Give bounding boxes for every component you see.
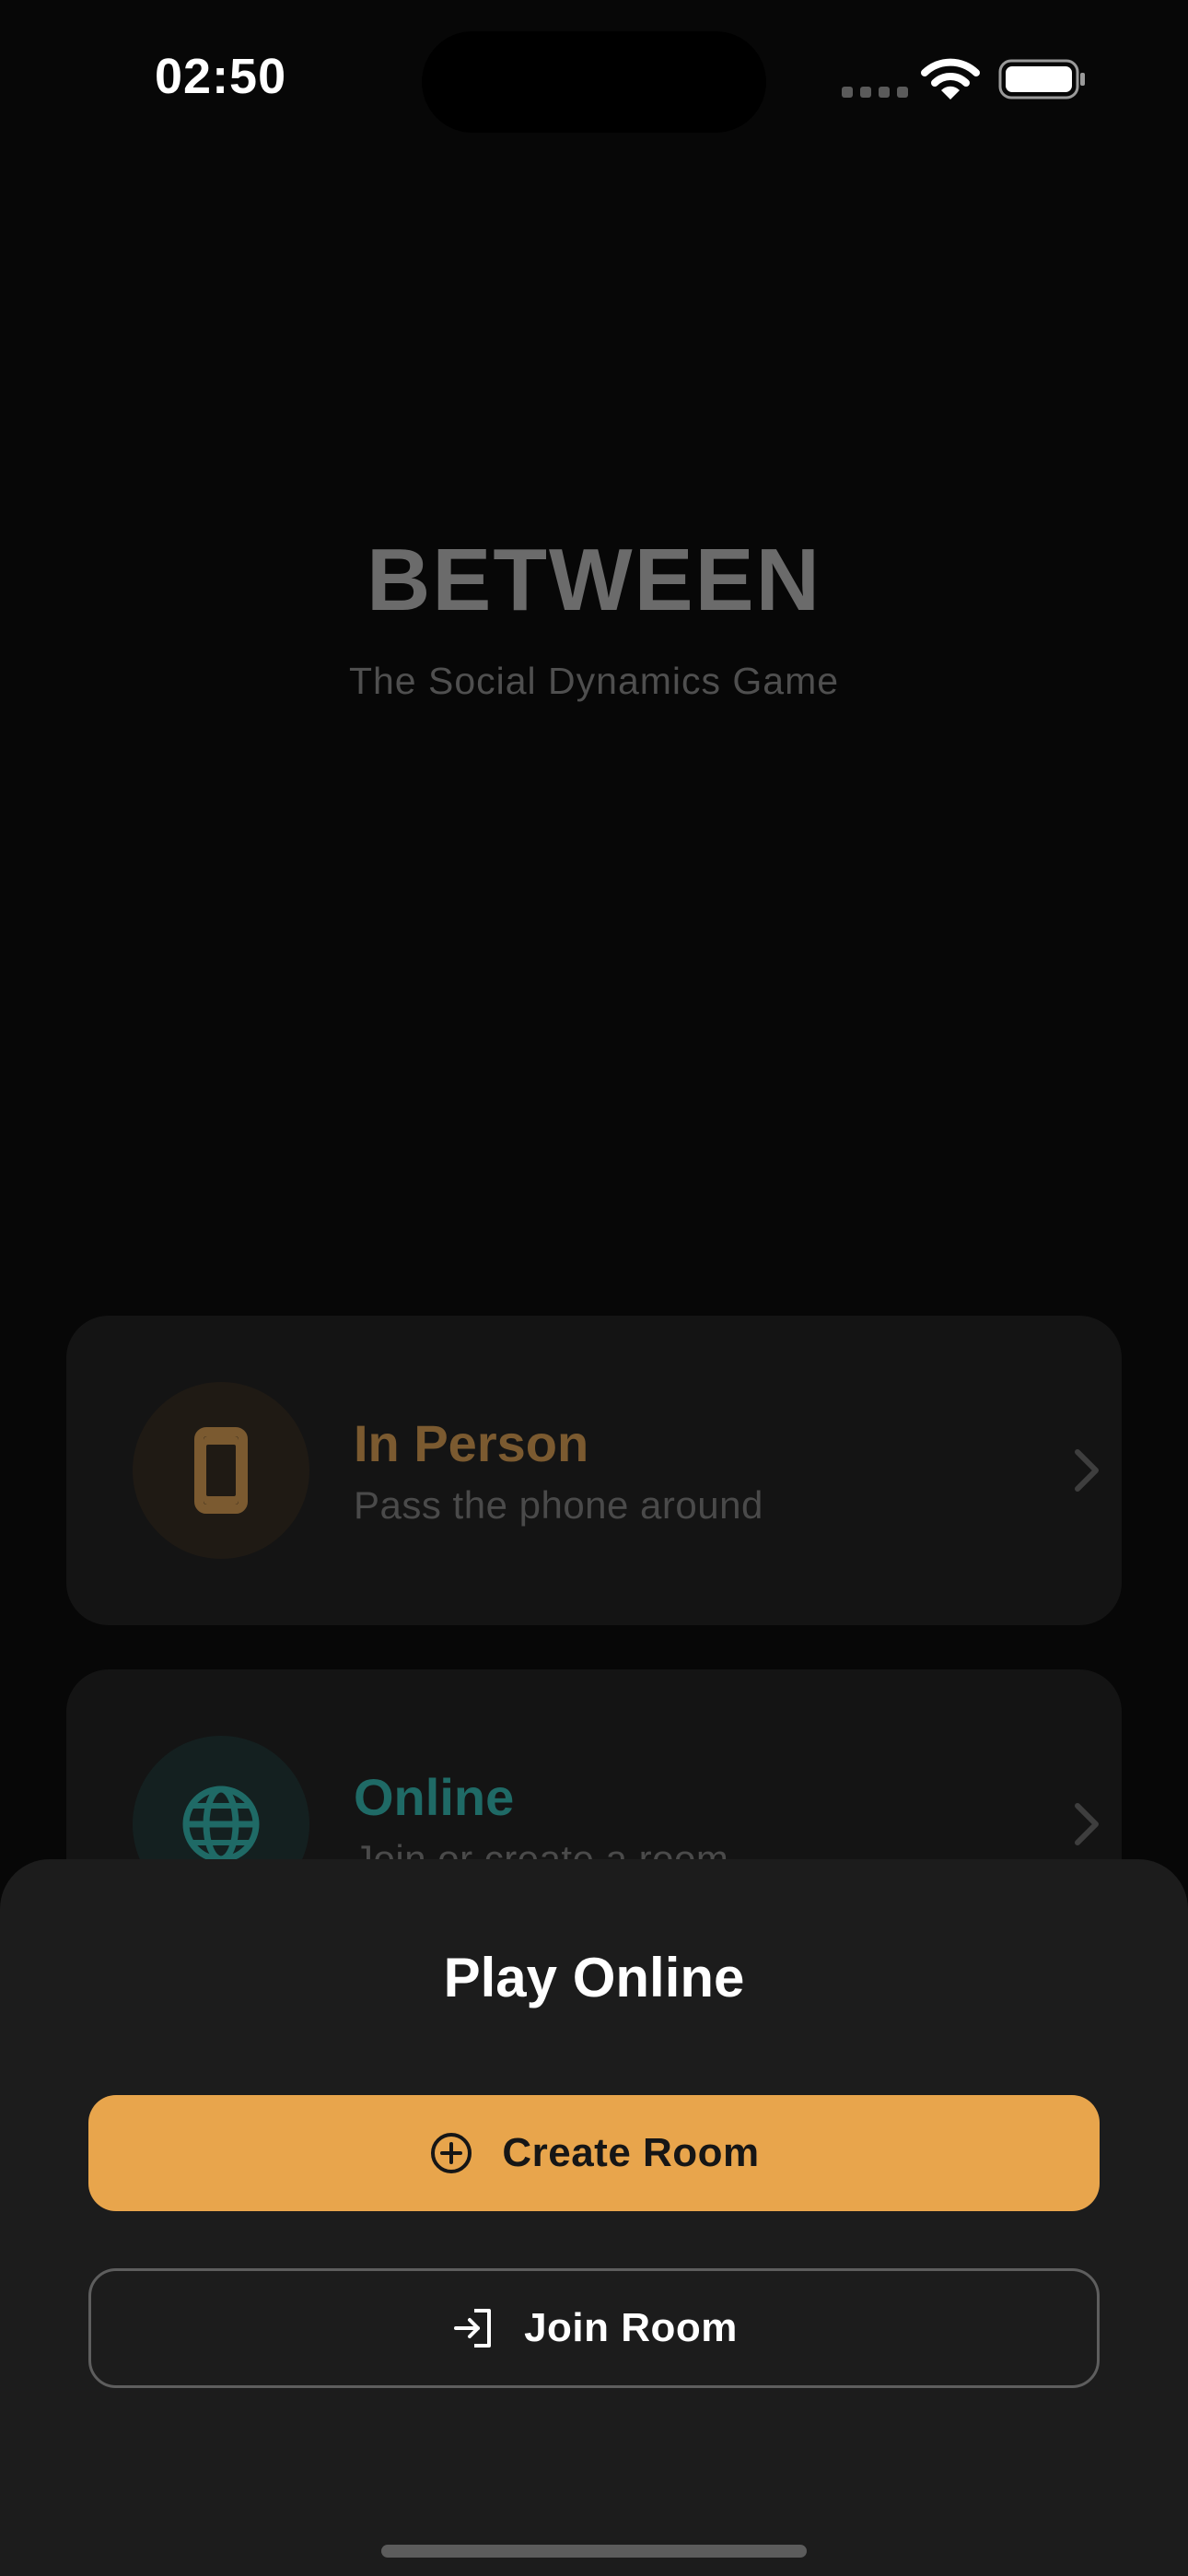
online-title: Online <box>354 1768 515 1826</box>
status-bar: 02:50 <box>0 0 1188 157</box>
sign-in-icon <box>454 2309 492 2348</box>
in-person-icon-circle <box>133 1382 309 1559</box>
home-indicator[interactable] <box>381 2545 807 2558</box>
in-person-card[interactable]: In Person Pass the phone around <box>66 1316 1122 1625</box>
play-online-sheet: Play Online Create Room Join Room <box>0 1859 1188 2576</box>
plus-circle-icon <box>431 2133 472 2173</box>
create-room-label: Create Room <box>502 2130 760 2175</box>
sheet-title: Play Online <box>443 1947 745 2008</box>
signal-dots-icon <box>842 87 908 98</box>
status-time: 02:50 <box>155 49 287 104</box>
battery-icon <box>998 59 1085 100</box>
app-subtitle: The Social Dynamics Game <box>348 660 840 702</box>
join-room-button[interactable]: Join Room <box>88 2268 1100 2388</box>
globe-icon <box>182 1786 260 1863</box>
app-title: BETWEEN <box>367 531 821 629</box>
wifi-icon <box>921 58 980 100</box>
chevron-right-icon <box>1075 1449 1099 1492</box>
join-room-label: Join Room <box>524 2305 738 2350</box>
in-person-title: In Person <box>354 1414 589 1472</box>
phone-icon <box>194 1427 248 1514</box>
in-person-description: Pass the phone around <box>354 1483 763 1527</box>
chevron-right-icon <box>1075 1803 1099 1845</box>
dynamic-island <box>422 31 766 133</box>
create-room-button[interactable]: Create Room <box>88 2095 1100 2211</box>
